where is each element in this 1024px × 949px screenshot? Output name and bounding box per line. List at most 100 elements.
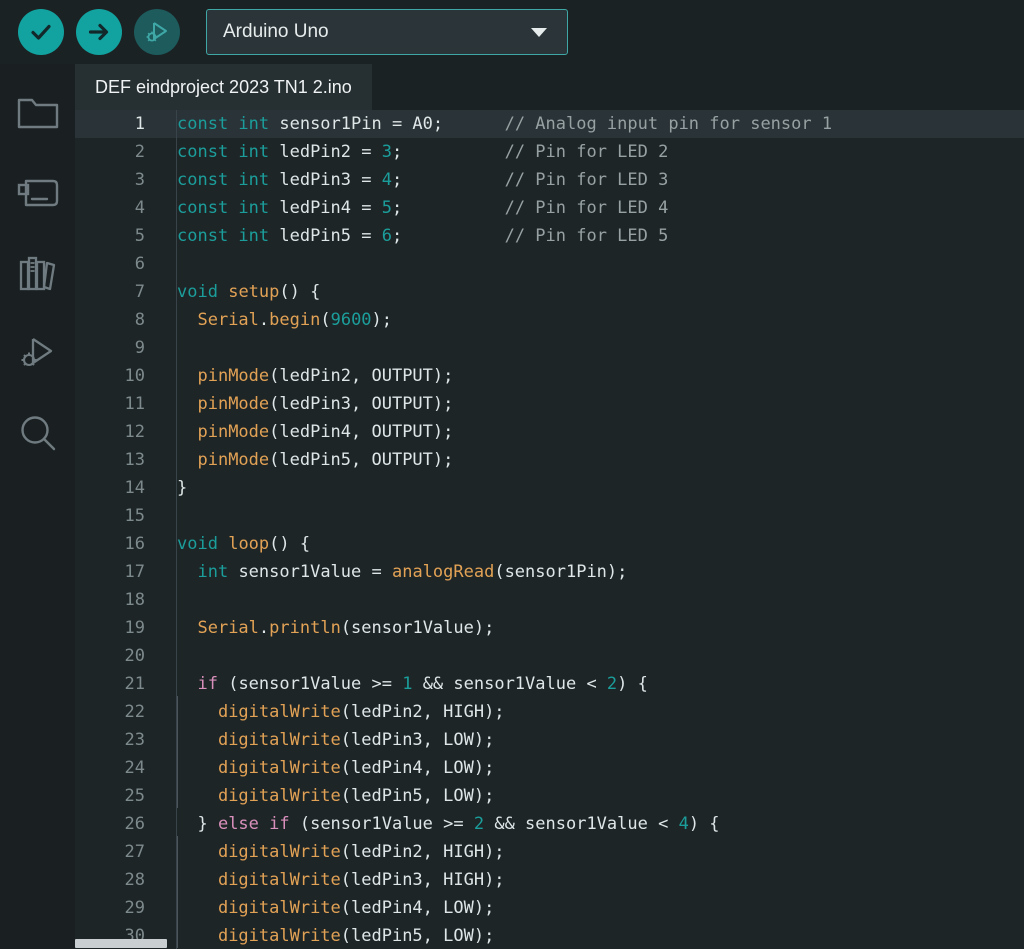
line-number: 3 <box>134 170 145 190</box>
code-token-fn: pinMode <box>197 394 270 414</box>
folder-icon <box>17 96 59 130</box>
board-selector-value: Arduino Uno <box>223 21 329 42</box>
code-line[interactable]: 24 digitalWrite(ledPin4, LOW); <box>75 752 1024 782</box>
code-token-fn: setup <box>228 282 280 302</box>
code-token-key: void <box>177 282 218 302</box>
code-token-fn: begin <box>269 310 321 330</box>
code-token-key: const int <box>177 114 270 134</box>
upload-button[interactable] <box>76 9 122 55</box>
code-line[interactable]: 19 Serial.println(sensor1Value); <box>75 614 1024 642</box>
sidebar-item-library-manager[interactable] <box>10 242 66 304</box>
code-text: digitalWrite(ledPin2, HIGH); <box>161 696 505 724</box>
code-token-fn: digitalWrite <box>217 786 341 806</box>
code-line[interactable]: 22 digitalWrite(ledPin2, HIGH); <box>75 696 1024 726</box>
code-editor[interactable]: 1 const int sensor1Pin = A0; // Analog in… <box>75 110 1024 949</box>
editor-tab[interactable]: DEF eindproject 2023 TN1 2.ino <box>75 64 372 110</box>
code-text: const int ledPin2 = 3; // Pin for LED 2 <box>161 142 668 162</box>
sidebar-item-sketchbook[interactable] <box>10 82 66 144</box>
code-token-fn: pinMode <box>197 450 270 470</box>
code-line[interactable]: 23 digitalWrite(ledPin3, LOW); <box>75 724 1024 754</box>
horizontal-scrollbar-thumb[interactable] <box>75 939 168 948</box>
code-line[interactable]: 2 const int ledPin2 = 3; // Pin for LED 2 <box>75 138 1024 166</box>
gutter-separator <box>176 586 177 614</box>
code-text: pinMode(ledPin5, OUTPUT); <box>161 450 453 470</box>
code-line[interactable]: 3 const int ledPin3 = 4; // Pin for LED 3 <box>75 166 1024 194</box>
code-line[interactable]: 9 <box>75 334 1024 362</box>
code-token-pl: (ledPin2, OUTPUT); <box>269 366 454 386</box>
code-line[interactable]: 4 const int ledPin4 = 5; // Pin for LED 4 <box>75 194 1024 222</box>
code-line[interactable]: 21 if (sensor1Value >= 1 && sensor1Value… <box>75 670 1024 698</box>
code-line[interactable]: 5 const int ledPin5 = 6; // Pin for LED 5 <box>75 222 1024 250</box>
code-text: digitalWrite(ledPin2, HIGH); <box>161 836 505 864</box>
code-line[interactable]: 6 <box>75 250 1024 278</box>
code-token-pl: ); <box>371 310 393 330</box>
code-line[interactable]: 17 int sensor1Value = analogRead(sensor1… <box>75 558 1024 586</box>
code-line[interactable]: 7 void setup() { <box>75 278 1024 306</box>
line-number: 17 <box>124 562 145 582</box>
code-line[interactable]: 10 pinMode(ledPin2, OUTPUT); <box>75 362 1024 390</box>
code-token-fn: pinMode <box>197 422 270 442</box>
code-token-num: 5 <box>381 198 392 218</box>
line-number: 16 <box>124 534 145 554</box>
code-line[interactable]: 15 <box>75 502 1024 530</box>
code-token-num: 9600 <box>330 310 372 330</box>
debug-button[interactable] <box>134 9 180 55</box>
code-line[interactable]: 13 pinMode(ledPin5, OUTPUT); <box>75 446 1024 474</box>
code-lines: 1 const int sensor1Pin = A0; // Analog in… <box>75 110 1024 949</box>
verify-button[interactable] <box>18 9 64 55</box>
sidebar-item-boards-manager[interactable] <box>10 162 66 224</box>
code-line[interactable]: 14} <box>75 474 1024 502</box>
line-number: 24 <box>124 758 145 778</box>
line-number: 20 <box>124 646 145 666</box>
code-line[interactable]: 20 <box>75 642 1024 670</box>
code-line[interactable]: 29 digitalWrite(ledPin4, LOW); <box>75 892 1024 922</box>
board-selector[interactable]: Arduino Uno <box>206 9 568 55</box>
line-number: 9 <box>134 338 145 358</box>
sidebar-item-search[interactable] <box>10 402 66 464</box>
code-token-num: 3 <box>381 142 392 162</box>
code-token-fn: Serial <box>197 310 259 330</box>
check-icon <box>28 19 54 45</box>
line-number: 5 <box>134 226 145 246</box>
code-token-fn: digitalWrite <box>217 702 341 722</box>
code-text: digitalWrite(ledPin4, LOW); <box>161 892 494 920</box>
code-line[interactable]: 16 void loop() { <box>75 530 1024 558</box>
code-token-pl: (ledPin5, OUTPUT); <box>269 450 454 470</box>
gutter-separator <box>176 250 177 278</box>
code-text: digitalWrite(ledPin3, LOW); <box>161 724 494 752</box>
line-number: 1 <box>134 114 145 134</box>
code-token-key: const int <box>177 198 270 218</box>
code-token-pl <box>177 864 218 892</box>
horizontal-scrollbar[interactable] <box>75 938 1024 949</box>
code-line[interactable]: 1 const int sensor1Pin = A0; // Analog in… <box>75 110 1024 138</box>
code-line[interactable]: 27 digitalWrite(ledPin2, HIGH); <box>75 836 1024 866</box>
code-token-pl: (sensor1Value >= <box>217 674 403 694</box>
line-number: 12 <box>124 422 145 442</box>
sidebar-item-debug[interactable] <box>10 322 66 384</box>
code-line[interactable]: 28 digitalWrite(ledPin3, HIGH); <box>75 864 1024 894</box>
code-token-fn: println <box>269 618 341 638</box>
line-number: 13 <box>124 450 145 470</box>
code-text: digitalWrite(ledPin5, LOW); <box>161 780 494 808</box>
code-line[interactable]: 11 pinMode(ledPin3, OUTPUT); <box>75 390 1024 418</box>
code-token-key: void <box>177 534 218 554</box>
code-token-pl: ledPin4 = <box>269 198 382 218</box>
code-token-com: // Pin for LED 2 <box>504 142 669 162</box>
line-number: 23 <box>124 730 145 750</box>
line-number: 21 <box>124 674 145 694</box>
code-line[interactable]: 8 Serial.begin(9600); <box>75 306 1024 334</box>
code-line[interactable]: 26 } else if (sensor1Value >= 2 && senso… <box>75 810 1024 838</box>
code-line[interactable]: 18 <box>75 586 1024 614</box>
chevron-down-icon <box>531 27 547 37</box>
code-text: digitalWrite(ledPin3, HIGH); <box>161 864 505 892</box>
code-line[interactable]: 12 pinMode(ledPin4, OUTPUT); <box>75 418 1024 446</box>
code-token-pl: ; <box>391 198 403 218</box>
code-line[interactable]: 25 digitalWrite(ledPin5, LOW); <box>75 780 1024 810</box>
code-token-fn: digitalWrite <box>217 758 341 778</box>
line-number: 7 <box>134 282 145 302</box>
code-token-pl: ; <box>391 226 403 246</box>
code-text: } <box>161 478 187 498</box>
